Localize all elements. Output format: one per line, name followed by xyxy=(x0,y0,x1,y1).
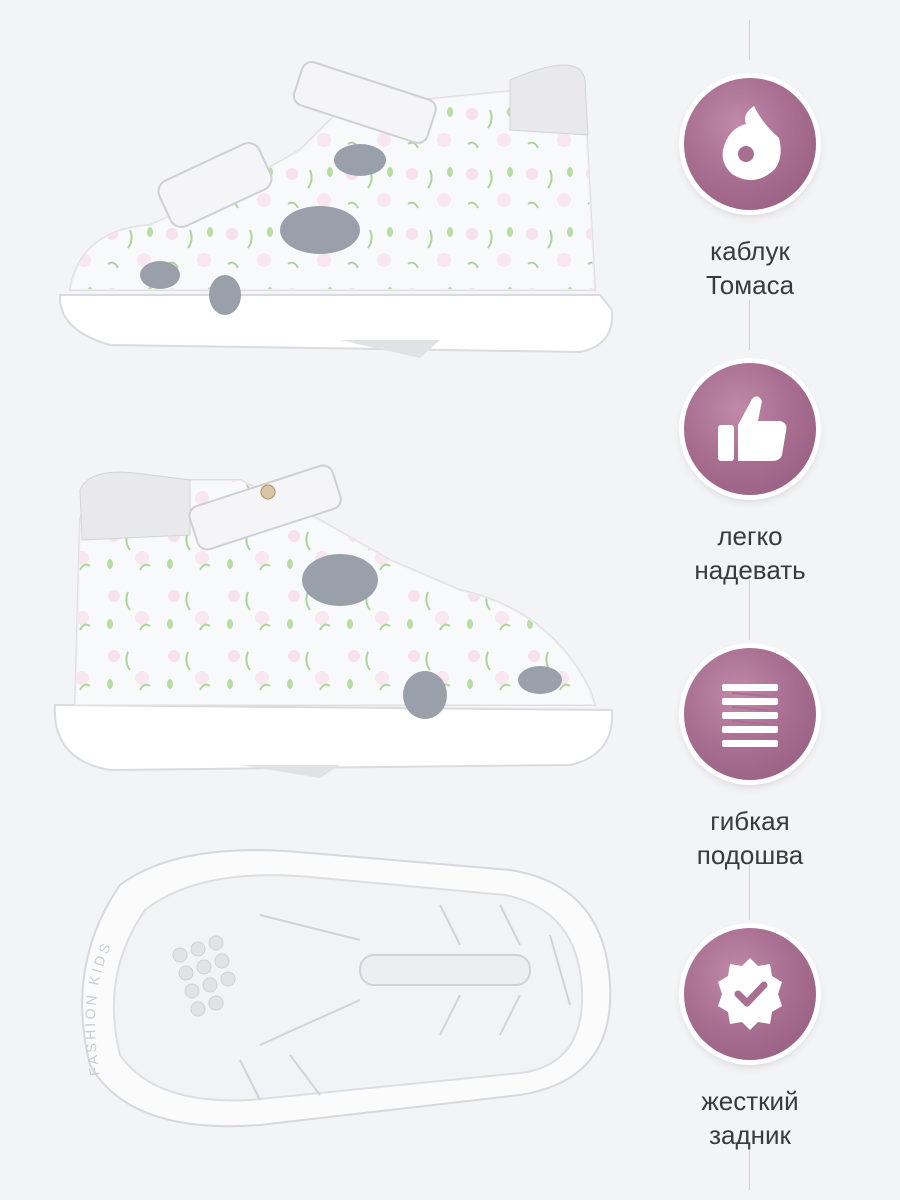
sandal-side-view-left xyxy=(40,40,640,380)
feature-label: каблук Томаса xyxy=(640,234,860,302)
feature-label: легко надевать xyxy=(640,519,860,587)
feature-label-line1: жесткий xyxy=(701,1086,799,1116)
product-photos: FASHION KIDS xyxy=(0,0,660,1200)
divider-line xyxy=(749,300,750,350)
product-infographic: FASHION KIDS каблук Томаса легко надеват… xyxy=(0,0,900,1200)
flexible-sole-icon xyxy=(722,684,778,747)
thumbs-up-icon xyxy=(718,396,787,461)
divider-line xyxy=(749,1150,750,1190)
feature-label: жесткий задник xyxy=(640,1084,860,1152)
heel-icon xyxy=(722,106,781,181)
divider-line xyxy=(749,20,750,60)
feature-label-line1: легко xyxy=(717,521,783,551)
feature-label: гибкая подошва xyxy=(640,804,860,872)
feature-badge xyxy=(684,363,816,495)
feature-badge xyxy=(684,648,816,780)
feature-flexible-sole: гибкая подошва xyxy=(640,648,860,872)
feature-label-line2: надевать xyxy=(694,555,806,585)
sandal-side-view-right xyxy=(40,460,640,800)
feature-thomas-heel: каблук Томаса xyxy=(640,78,860,302)
feature-badge xyxy=(684,928,816,1060)
feature-label-line1: каблук xyxy=(710,236,790,266)
feature-label-line2: Томаса xyxy=(705,270,795,300)
feature-easy-wear: легко надевать xyxy=(640,363,860,587)
feature-rigid-heel-counter: жесткий задник xyxy=(640,928,860,1152)
divider-line xyxy=(749,580,750,640)
badge-check-icon xyxy=(718,958,782,1030)
feature-label-line1: гибкая xyxy=(710,806,790,836)
feature-label-line2: задник xyxy=(709,1120,791,1150)
sandal-outsole-view: FASHION KIDS xyxy=(60,845,620,1135)
feature-badge xyxy=(684,78,816,210)
feature-label-line2: подошва xyxy=(696,840,804,870)
